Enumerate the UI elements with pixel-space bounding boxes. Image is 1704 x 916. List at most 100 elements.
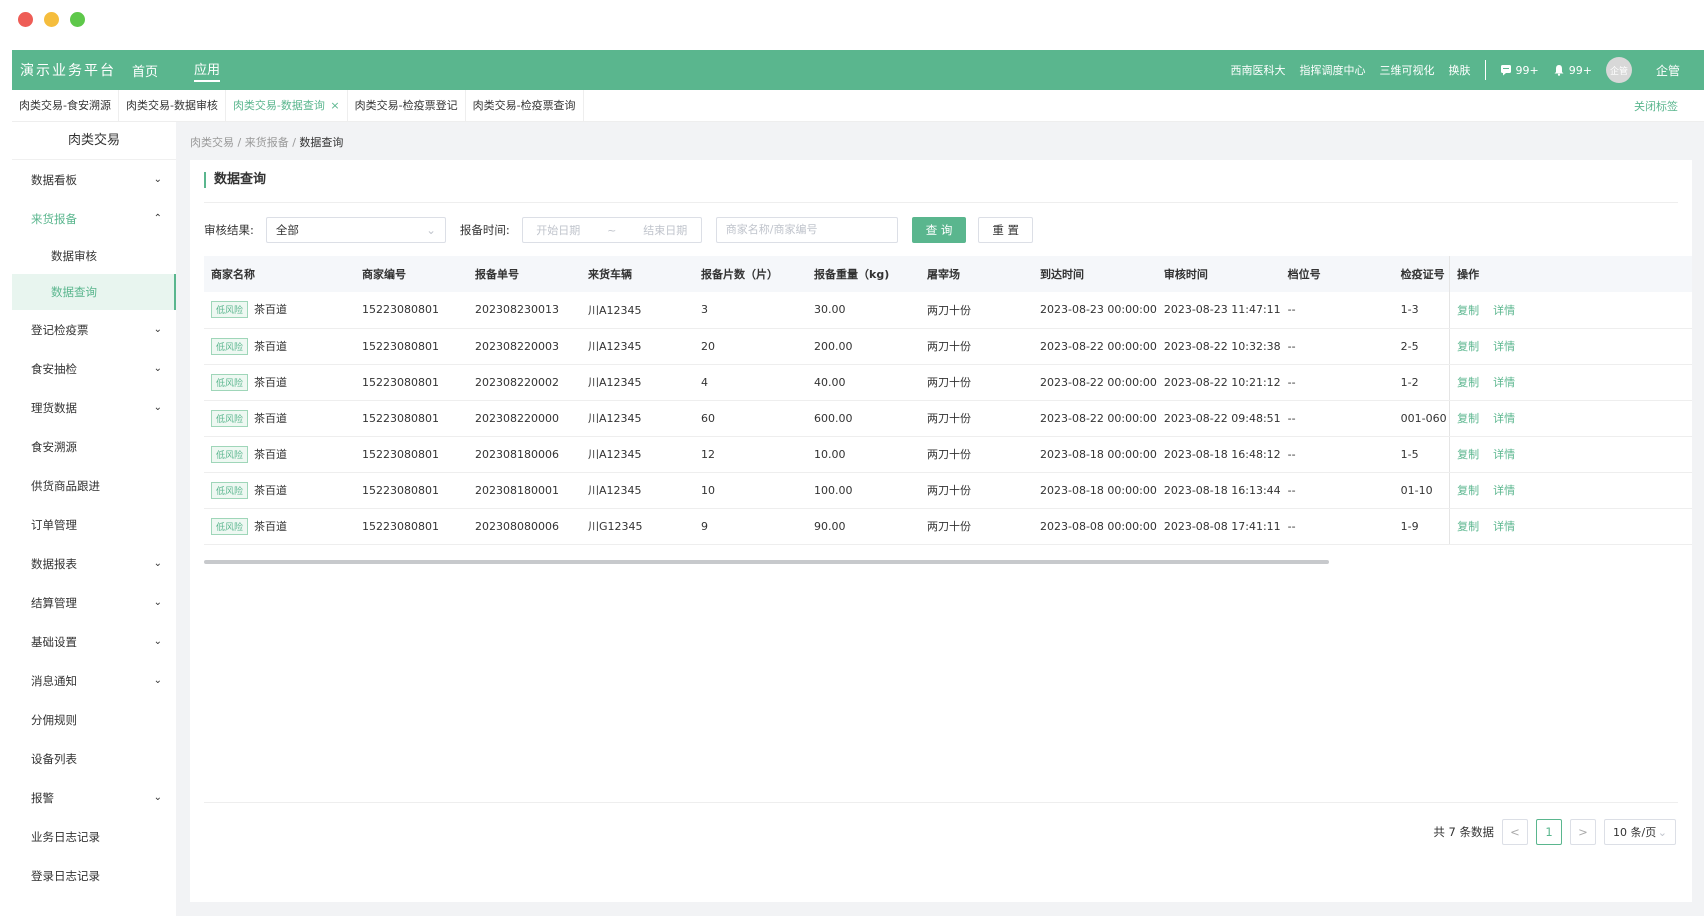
minimize-window-dot[interactable] — [44, 12, 59, 27]
merchant-search-input[interactable]: 商家名称/商家编号 — [715, 217, 898, 243]
copy-link[interactable]: 复制 — [1457, 520, 1479, 533]
tab-data-audit[interactable]: 肉类交易-数据审核 — [119, 89, 226, 122]
username[interactable]: 企管 — [1656, 62, 1680, 79]
sidebar-item-label: 食安溯源 — [31, 439, 77, 454]
messages-button[interactable]: 99+ — [1500, 64, 1539, 77]
cell-merchant-no: 15223080801 — [355, 436, 468, 473]
tab-food-traceability[interactable]: 肉类交易-食安溯源 — [12, 89, 119, 122]
tab-data-query[interactable]: 肉类交易-数据查询 × — [226, 89, 348, 122]
detail-link[interactable]: 详情 — [1493, 448, 1515, 461]
sidebar-item-basic-settings[interactable]: 基础设置 ⌄ — [12, 622, 176, 661]
start-date-input[interactable]: 开始日期 — [536, 222, 580, 238]
tab-close-icon[interactable]: × — [330, 99, 339, 112]
copy-link[interactable]: 复制 — [1457, 412, 1479, 425]
audit-result-select[interactable]: 全部 ⌄ — [265, 217, 446, 243]
close-tags-button[interactable]: 关闭标签 — [1634, 98, 1678, 114]
copy-link[interactable]: 复制 — [1457, 448, 1479, 461]
horizontal-scrollbar[interactable] — [204, 560, 1329, 564]
sidebar-item-food-traceability[interactable]: 食安溯源 — [12, 427, 176, 466]
sidebar-item-devices[interactable]: 设备列表 — [12, 739, 176, 778]
sidebar-item-notifications[interactable]: 消息通知 ⌄ — [12, 661, 176, 700]
cell-stall-no: -- — [1280, 292, 1394, 329]
copy-link[interactable]: 复制 — [1457, 340, 1479, 353]
chevron-down-icon: ⌄ — [153, 792, 162, 803]
merchant-name: 茶百道 — [254, 483, 288, 497]
cell-audit-time: 2023-08-22 09:48:51 — [1156, 400, 1281, 437]
tab-quarantine-register[interactable]: 肉类交易-检疫票登记 — [348, 89, 466, 122]
sidebar-item-supply-followup[interactable]: 供货商品跟进 — [12, 466, 176, 505]
breadcrumb-item[interactable]: 肉类交易 — [190, 136, 234, 149]
tab-quarantine-query[interactable]: 肉类交易-检疫票查询 — [466, 89, 584, 122]
chevron-down-icon: ⌄ — [153, 174, 162, 185]
detail-link[interactable]: 详情 — [1493, 412, 1515, 425]
link-change-skin[interactable]: 换肤 — [1449, 62, 1471, 78]
close-window-dot[interactable] — [18, 12, 33, 27]
page-size-select[interactable]: 10 条/页 ⌄ — [1604, 819, 1676, 845]
link-university[interactable]: 西南医科大 — [1231, 62, 1286, 78]
detail-link[interactable]: 详情 — [1493, 484, 1515, 497]
end-date-input[interactable]: 结束日期 — [643, 222, 687, 238]
cell-vehicle: 川A12345 — [581, 436, 694, 473]
range-separator: ~ — [607, 223, 617, 237]
maximize-window-dot[interactable] — [70, 12, 85, 27]
col-slaughterhouse: 屠宰场 — [920, 256, 1033, 292]
cell-audit-time: 2023-08-08 17:41:11 — [1156, 508, 1281, 545]
reset-button[interactable]: 重 置 — [978, 217, 1034, 243]
table-row: 低风险 茶百道 15223080801 202308220003 川A12345 20 20… — [204, 328, 1692, 365]
nav-home[interactable]: 首页 — [132, 61, 158, 80]
link-dispatch-center[interactable]: 指挥调度中心 — [1300, 62, 1366, 78]
sidebar-item-incoming-report[interactable]: 来货报备 ⌃ — [12, 199, 176, 238]
detail-link[interactable]: 详情 — [1493, 340, 1515, 353]
cell-audit-time: 2023-08-22 10:32:38 — [1156, 328, 1281, 365]
sidebar-item-food-sampling[interactable]: 食安抽检 ⌄ — [12, 349, 176, 388]
cell-merchant-name: 低风险 茶百道 — [204, 292, 355, 329]
cell-merchant-no: 15223080801 — [355, 508, 468, 545]
sidebar-item-business-log[interactable]: 业务日志记录 — [12, 817, 176, 856]
next-page-button[interactable]: > — [1570, 819, 1596, 845]
nav-apps[interactable]: 应用 — [194, 59, 221, 82]
breadcrumb-separator: / — [237, 136, 245, 149]
sidebar-item-label: 数据报表 — [31, 556, 77, 571]
detail-link[interactable]: 详情 — [1493, 520, 1515, 533]
sidebar-item-reports[interactable]: 数据报表 ⌄ — [12, 544, 176, 583]
detail-link[interactable]: 详情 — [1493, 304, 1515, 317]
date-range-picker[interactable]: 开始日期 ~ 结束日期 — [521, 217, 702, 243]
sidebar-item-orders[interactable]: 订单管理 — [12, 505, 176, 544]
detail-link[interactable]: 详情 — [1493, 376, 1515, 389]
main-content: 肉类交易 / 来货报备 / 数据查询 数据查询 审核结果: 全部 ⌄ 报备时间:… — [176, 122, 1704, 916]
link-3d-visualization[interactable]: 三维可视化 — [1380, 62, 1435, 78]
sidebar-item-settlement[interactable]: 结算管理 ⌄ — [12, 583, 176, 622]
copy-link[interactable]: 复制 — [1457, 304, 1479, 317]
sidebar-item-commission-rules[interactable]: 分佣规则 — [12, 700, 176, 739]
cell-audit-time: 2023-08-22 10:21:12 — [1156, 364, 1281, 401]
sidebar-item-data-audit[interactable]: 数据审核 — [12, 238, 176, 274]
notification-count: 99+ — [1568, 63, 1592, 77]
sidebar-item-alarms[interactable]: 报警 ⌄ — [12, 778, 176, 817]
notifications-button[interactable]: 99+ — [1553, 64, 1592, 77]
sidebar-item-label: 登记检疫票 — [31, 322, 89, 337]
sidebar-item-data-query[interactable]: 数据查询 — [12, 274, 176, 310]
cell-slaughterhouse: 两刀十份 — [920, 328, 1033, 365]
avatar[interactable]: 企管 — [1605, 57, 1632, 83]
cell-pieces: 20 — [694, 328, 807, 365]
data-table: 商家名称 商家编号 报备单号 来货车辆 报备片数（片） 报备重量（kg) 屠宰场… — [204, 256, 1692, 545]
sidebar-item-tally-data[interactable]: 理货数据 ⌄ — [12, 388, 176, 427]
cell-stall-no: -- — [1280, 328, 1394, 365]
message-count: 99+ — [1515, 63, 1539, 77]
cell-stall-no: -- — [1280, 472, 1394, 509]
breadcrumb-item[interactable]: 来货报备 — [245, 136, 289, 149]
copy-link[interactable]: 复制 — [1457, 376, 1479, 389]
cell-slaughterhouse: 两刀十份 — [920, 364, 1033, 401]
page-number-current[interactable]: 1 — [1536, 819, 1562, 845]
sidebar-item-label: 供货商品跟进 — [31, 478, 100, 493]
cell-pieces: 3 — [694, 292, 807, 329]
sidebar-item-login-log[interactable]: 登录日志记录 — [12, 856, 176, 895]
sidebar-item-quarantine-register[interactable]: 登记检疫票 ⌄ — [12, 310, 176, 349]
chevron-down-icon: ⌄ — [153, 324, 162, 335]
prev-page-button[interactable]: < — [1502, 819, 1528, 845]
copy-link[interactable]: 复制 — [1457, 484, 1479, 497]
cell-pieces: 60 — [694, 400, 807, 437]
query-button[interactable]: 查 询 — [911, 217, 967, 243]
sidebar-item-dashboard[interactable]: 数据看板 ⌄ — [12, 160, 176, 199]
cell-arrival-time: 2023-08-22 00:00:00 — [1033, 400, 1157, 437]
